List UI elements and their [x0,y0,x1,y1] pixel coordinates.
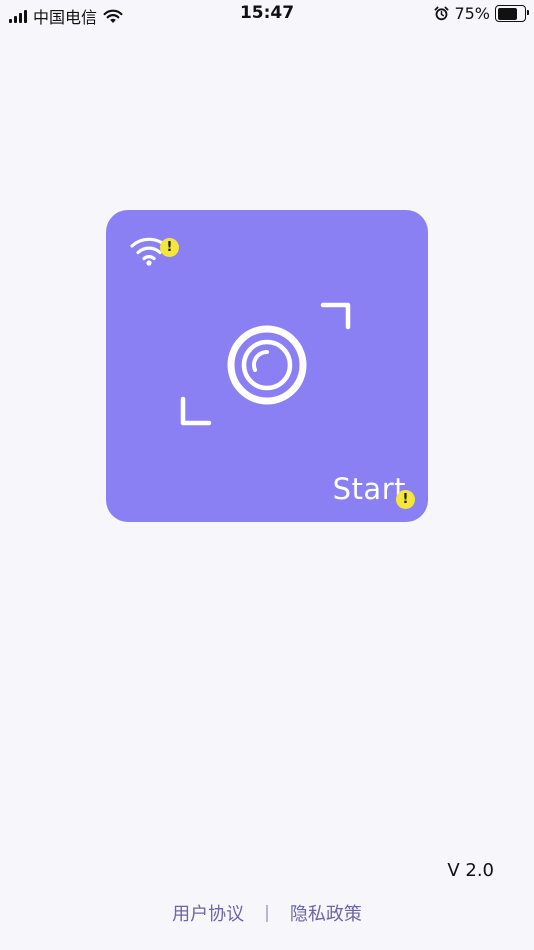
footer-links: 用户协议 | 隐私政策 [0,900,534,926]
scan-frame-icon [180,396,212,426]
battery-percent: 75% [454,4,490,23]
start-scan-card[interactable]: ! Start ! [106,210,428,522]
battery-icon [495,5,529,22]
footer-separator: | [264,903,270,923]
warning-icon: ! [160,238,179,257]
camera-icon [180,302,351,426]
start-label: Start [332,472,406,506]
warning-icon: ! [396,490,415,509]
alarm-icon [434,6,449,21]
battery-fill [497,7,517,20]
scan-frame-icon [320,302,351,330]
status-right: 75% [434,4,529,23]
user-agreement-link[interactable]: 用户协议 [172,900,244,926]
status-bar: 中国电信 15:47 75% [0,0,534,28]
version-label: V 2.0 [447,860,494,881]
privacy-policy-link[interactable]: 隐私政策 [290,900,362,926]
